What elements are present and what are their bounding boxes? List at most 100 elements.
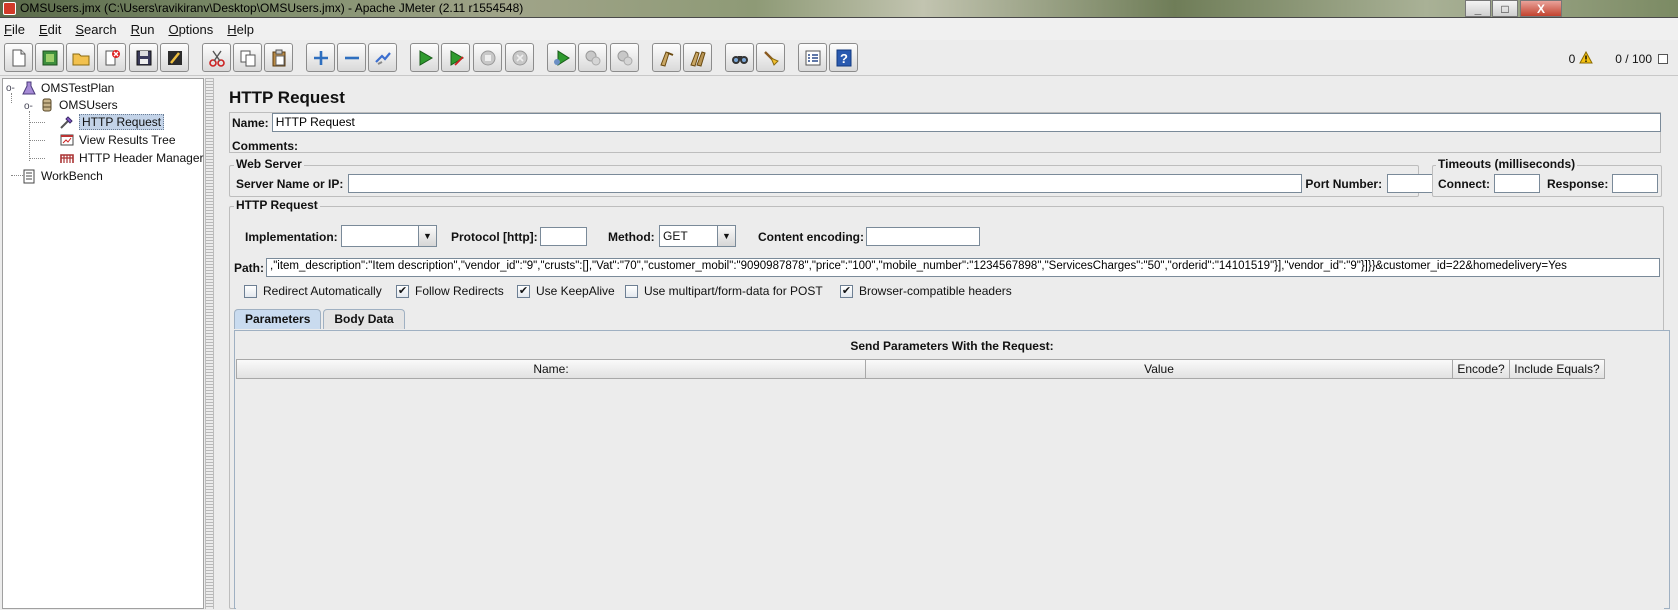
chevron-down-icon: ▼ xyxy=(717,226,735,246)
http-request-legend: HTTP Request xyxy=(234,198,320,212)
tab-body-data[interactable]: Body Data xyxy=(323,309,405,329)
remote-stop-icon[interactable] xyxy=(578,43,607,72)
menu-options[interactable]: Options xyxy=(168,22,213,37)
method-select[interactable]: GET ▼ xyxy=(659,225,736,247)
checkmark-icon: ✔ xyxy=(396,284,409,298)
response-timeout-input[interactable] xyxy=(1612,174,1659,193)
menu-search[interactable]: Search xyxy=(75,22,116,37)
method-label: Method: xyxy=(608,230,655,244)
menu-run[interactable]: Run xyxy=(131,22,155,37)
copy-icon[interactable] xyxy=(233,43,262,72)
remote-start-icon[interactable] xyxy=(547,43,576,72)
server-row: Server Name or IP: Port Number: xyxy=(236,174,1434,193)
minimize-button[interactable]: _ xyxy=(1465,0,1491,17)
maximize-button[interactable]: □ xyxy=(1492,0,1518,17)
cut-icon[interactable] xyxy=(202,43,231,72)
protocol-label: Protocol [http]: xyxy=(451,230,538,244)
comments-row: Comments: xyxy=(232,136,1666,155)
chevron-down-icon: ▼ xyxy=(418,226,436,246)
jmeter-app-icon xyxy=(3,2,16,15)
search-icon[interactable] xyxy=(725,43,754,72)
start-icon[interactable] xyxy=(410,43,439,72)
checkmark-icon: ✔ xyxy=(517,284,530,298)
server-input[interactable] xyxy=(348,174,1303,193)
column-header-value[interactable]: Value xyxy=(865,359,1453,379)
header-manager-icon xyxy=(59,150,75,166)
content-encoding-input[interactable] xyxy=(866,227,980,246)
parameters-table: Name: Value Encode? Include Equals? xyxy=(236,359,1664,610)
clear-all-icon[interactable] xyxy=(683,43,712,72)
connect-timeout-input[interactable] xyxy=(1494,174,1540,193)
tree-item-test-plan[interactable]: OMSTestPlan xyxy=(21,80,114,96)
remote-shutdown-icon[interactable] xyxy=(610,43,639,72)
server-label: Server Name or IP: xyxy=(236,176,344,191)
tree-item-workbench[interactable]: WorkBench xyxy=(21,168,103,184)
protocol-input[interactable] xyxy=(540,227,587,246)
tree-item-thread-group[interactable]: OMSUsers xyxy=(39,97,118,113)
stop-icon[interactable] xyxy=(473,43,502,72)
clipboard-icon xyxy=(21,168,37,184)
browser-compatible-headers-checkbox[interactable]: ✔ Browser-compatible headers xyxy=(840,284,1012,298)
test-plan-tree: o- OMSTestPlan o- OMSUsers HTTP Request … xyxy=(2,78,204,609)
paste-icon[interactable] xyxy=(264,43,293,72)
menu-edit[interactable]: Edit xyxy=(39,22,61,37)
name-label: Name: xyxy=(232,115,269,130)
tree-item-view-results-tree[interactable]: View Results Tree xyxy=(59,132,176,148)
test-plan-toggle-icon[interactable]: o- xyxy=(6,83,15,94)
save-as-icon[interactable] xyxy=(160,43,189,72)
tab-parameters[interactable]: Parameters xyxy=(234,309,322,329)
close-file-icon[interactable] xyxy=(97,43,126,72)
tree-item-http-request[interactable]: HTTP Request xyxy=(59,114,165,130)
timeouts-legend: Timeouts (milliseconds) xyxy=(1436,157,1578,171)
column-header-encode[interactable]: Encode? xyxy=(1452,359,1510,379)
window-title-bar: OMSUsers.jmx (C:\Users\ravikiranv\Deskto… xyxy=(0,0,1678,18)
pane-splitter[interactable] xyxy=(205,78,214,609)
expand-all-icon[interactable] xyxy=(306,43,335,72)
collapse-all-icon[interactable] xyxy=(337,43,366,72)
function-helper-icon[interactable] xyxy=(798,43,827,72)
column-header-include-equals[interactable]: Include Equals? xyxy=(1509,359,1605,379)
port-input[interactable] xyxy=(1387,174,1434,193)
checkbox-box xyxy=(244,284,257,298)
name-row: Name: HTTP Request xyxy=(232,113,1661,132)
warning-icon[interactable] xyxy=(1579,50,1594,67)
page-title: HTTP Request xyxy=(229,88,345,107)
implementation-select[interactable]: ▼ xyxy=(341,225,437,247)
checkbox-box xyxy=(625,284,638,298)
close-button[interactable]: X xyxy=(1520,0,1562,17)
parameters-panel: Send Parameters With the Request: Name: … xyxy=(234,330,1670,610)
toggle-icon[interactable] xyxy=(368,43,397,72)
checkmark-icon: ✔ xyxy=(840,284,853,298)
clear-icon[interactable] xyxy=(652,43,681,72)
running-status-indicator xyxy=(1658,54,1668,64)
open-icon[interactable] xyxy=(66,43,95,72)
help-icon[interactable]: ? xyxy=(829,43,858,72)
request-tabs: Parameters Body Data xyxy=(234,309,407,329)
parameters-title: Send Parameters With the Request: xyxy=(850,339,1054,353)
shutdown-icon[interactable] xyxy=(505,43,534,72)
path-label: Path: xyxy=(234,261,264,275)
chart-window-icon xyxy=(59,132,75,148)
new-icon[interactable] xyxy=(4,43,33,72)
web-server-legend: Web Server xyxy=(234,157,304,171)
use-multipart-checkbox[interactable]: Use multipart/form-data for POST xyxy=(625,284,823,298)
path-input[interactable]: ,"item_description":"Item description","… xyxy=(266,258,1660,277)
start-no-pauses-icon[interactable] xyxy=(441,43,470,72)
comments-input[interactable] xyxy=(298,136,1666,155)
reset-search-icon[interactable] xyxy=(756,43,785,72)
menu-file[interactable]: File xyxy=(4,22,25,37)
menu-help[interactable]: Help xyxy=(227,22,254,37)
thread-group-icon xyxy=(39,97,55,113)
thread-group-toggle-icon[interactable]: o- xyxy=(24,101,33,112)
name-input[interactable]: HTTP Request xyxy=(271,113,1661,132)
column-header-name[interactable]: Name: xyxy=(236,359,866,379)
redirect-automatically-checkbox[interactable]: Redirect Automatically xyxy=(244,284,382,298)
templates-icon[interactable] xyxy=(35,43,64,72)
toolbar: ? 0 0 / 100 xyxy=(0,40,1678,76)
use-keepalive-checkbox[interactable]: ✔ Use KeepAlive xyxy=(517,284,615,298)
tree-item-header-manager[interactable]: HTTP Header Manager xyxy=(59,150,204,166)
response-label: Response: xyxy=(1547,176,1609,191)
save-icon[interactable] xyxy=(129,43,158,72)
follow-redirects-checkbox[interactable]: ✔ Follow Redirects xyxy=(396,284,504,298)
comments-label: Comments: xyxy=(232,138,299,153)
